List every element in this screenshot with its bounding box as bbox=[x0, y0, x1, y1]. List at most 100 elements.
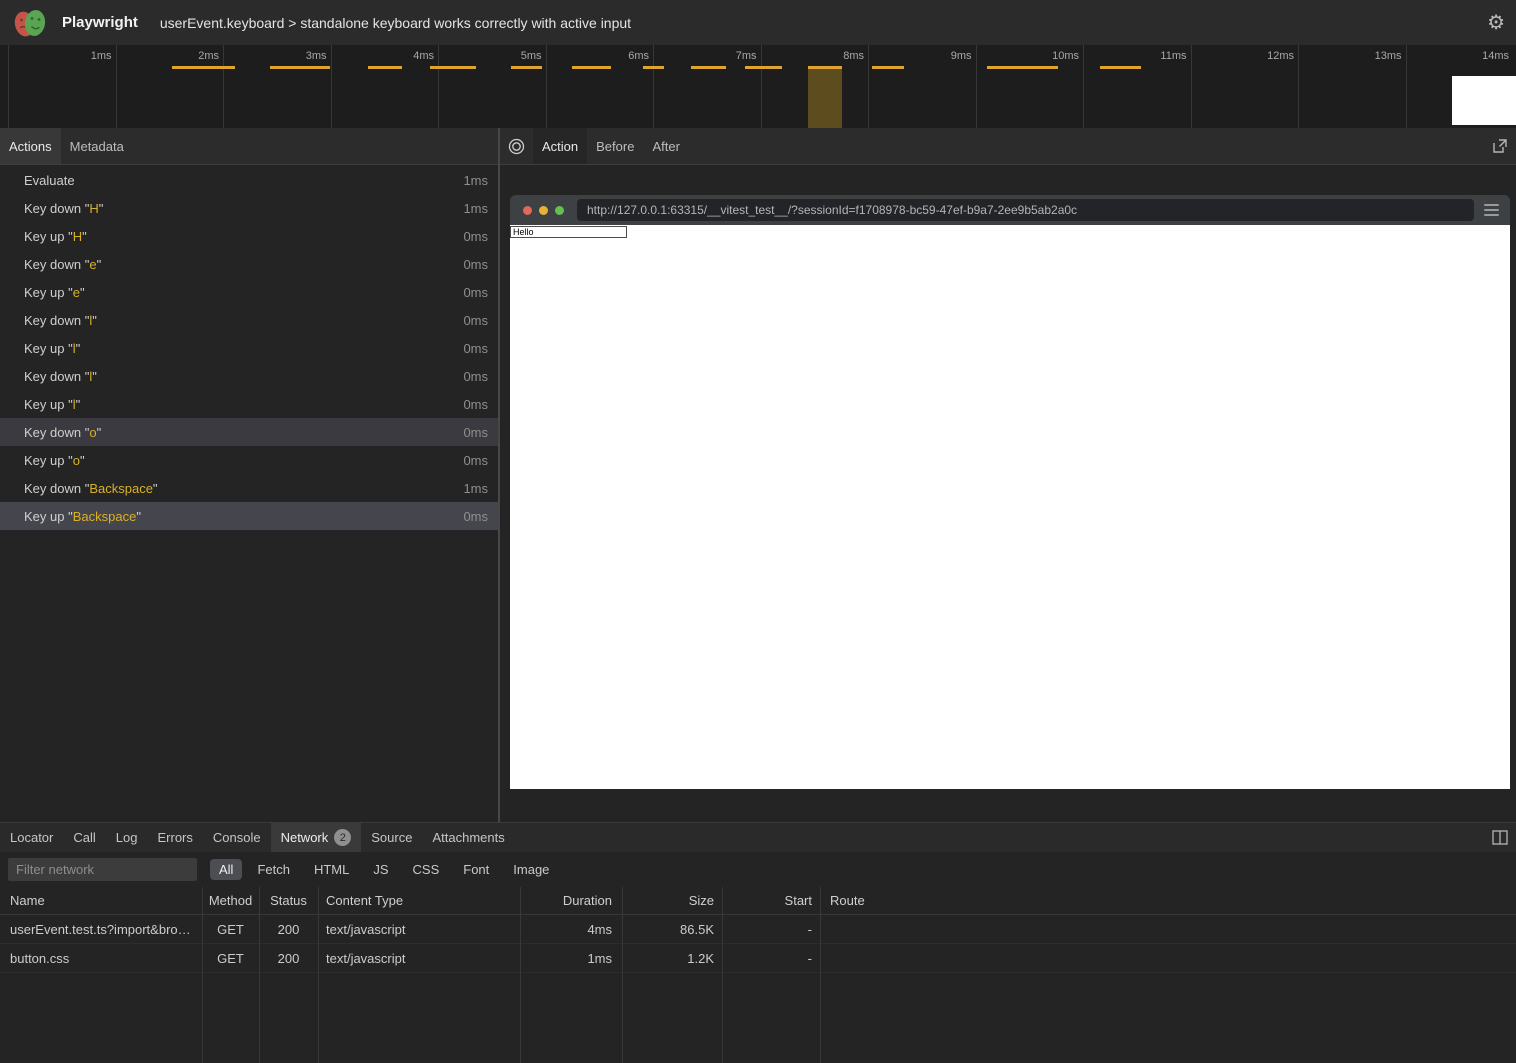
cell-method: GET bbox=[202, 951, 259, 966]
network-count-badge: 2 bbox=[334, 829, 351, 846]
action-title: Key up "l" bbox=[24, 341, 80, 356]
action-duration: 0ms bbox=[463, 453, 488, 468]
action-key-value: l bbox=[89, 369, 92, 384]
tab-before[interactable]: Before bbox=[587, 128, 643, 164]
action-key-value: Backspace bbox=[73, 509, 137, 524]
action-duration: 0ms bbox=[463, 285, 488, 300]
cell-duration: 4ms bbox=[520, 922, 622, 937]
tab-errors[interactable]: Errors bbox=[147, 823, 202, 852]
network-table-row[interactable]: button.cssGET200text/javascript1ms1.2K- bbox=[0, 944, 1516, 973]
filter-chip-css[interactable]: CSS bbox=[404, 859, 449, 880]
action-duration: 1ms bbox=[463, 201, 488, 216]
action-row[interactable]: Key down "Backspace"1ms bbox=[0, 474, 498, 502]
trace-viewer: { "header": { "app_title": "Playwright",… bbox=[0, 0, 1516, 1062]
timeline-action-mark bbox=[511, 66, 542, 69]
timeline-strip[interactable]: 1ms2ms3ms4ms5ms6ms7ms8ms9ms10ms11ms12ms1… bbox=[0, 45, 1516, 128]
cell-size: 1.2K bbox=[622, 951, 722, 966]
snapshot-viewport: http://127.0.0.1:63315/__vitest_test__/?… bbox=[510, 195, 1510, 789]
action-title: Key up "l" bbox=[24, 397, 80, 412]
action-row[interactable]: Key up "l" 0ms bbox=[0, 390, 498, 418]
timeline-gridline bbox=[1191, 45, 1192, 128]
filter-chip-html[interactable]: HTML bbox=[305, 859, 358, 880]
filter-chip-all[interactable]: All bbox=[210, 859, 242, 880]
pick-locator-target-icon[interactable] bbox=[500, 128, 533, 164]
action-duration: 0ms bbox=[463, 229, 488, 244]
tab-log[interactable]: Log bbox=[106, 823, 148, 852]
action-row[interactable]: Key up "o"0ms bbox=[0, 446, 498, 474]
column-header-duration: Duration bbox=[520, 893, 622, 908]
action-title: Key down "H" bbox=[24, 201, 103, 216]
timeline-action-mark bbox=[270, 66, 330, 69]
action-row[interactable]: Key up "e"0ms bbox=[0, 278, 498, 306]
action-row[interactable]: Key up "l" 0ms bbox=[0, 334, 498, 362]
timeline-action-mark bbox=[987, 66, 1058, 69]
action-row[interactable]: Key up "Backspace"0ms bbox=[0, 502, 498, 530]
timeline-action-mark bbox=[808, 66, 842, 69]
timeline-action-mark bbox=[430, 66, 476, 69]
tab-label: Errors bbox=[157, 830, 192, 845]
timeline-tick-label: 14ms bbox=[1482, 50, 1509, 62]
network-filter-row: All Fetch HTML JS CSSFont Image bbox=[0, 852, 1516, 887]
action-row[interactable]: Key down "l"0ms bbox=[0, 362, 498, 390]
filter-chip-fetch[interactable]: Fetch bbox=[248, 859, 299, 880]
tab-call[interactable]: Call bbox=[63, 823, 105, 852]
timeline-tick-label: 3ms bbox=[306, 50, 327, 62]
filter-chip-font[interactable]: Font bbox=[454, 859, 498, 880]
action-duration: 0ms bbox=[463, 341, 488, 356]
action-duration: 0ms bbox=[463, 257, 488, 272]
column-header-size: Size bbox=[622, 893, 722, 908]
snapshot-url-bar: http://127.0.0.1:63315/__vitest_test__/?… bbox=[577, 199, 1474, 221]
network-table-row[interactable]: userEvent.test.ts?import&bro…GET200text/… bbox=[0, 915, 1516, 944]
column-divider bbox=[318, 887, 319, 1063]
tab-label: Locator bbox=[10, 830, 53, 845]
filter-chip-js[interactable]: JS bbox=[364, 859, 397, 880]
action-row[interactable]: Key down "o"0ms bbox=[0, 418, 498, 446]
timeline-tick-label: 12ms bbox=[1267, 50, 1294, 62]
action-row[interactable]: Key down "l"0ms bbox=[0, 306, 498, 334]
timeline-filmstrip-thumbnail bbox=[1452, 76, 1516, 125]
action-key-value: H bbox=[89, 201, 98, 216]
tab-after[interactable]: After bbox=[643, 128, 688, 164]
action-title: Evaluate bbox=[24, 173, 75, 188]
snapshot-tabs: ActionBeforeAfter bbox=[533, 128, 689, 164]
timeline-gridline bbox=[868, 45, 869, 128]
tab-source[interactable]: Source bbox=[361, 823, 422, 852]
column-header-content_type: Content Type bbox=[318, 893, 520, 908]
tab-action[interactable]: Action bbox=[533, 128, 587, 164]
action-duration: 0ms bbox=[463, 397, 488, 412]
open-external-icon[interactable] bbox=[1484, 128, 1516, 164]
app-title: Playwright bbox=[62, 14, 138, 31]
timeline-gridline bbox=[546, 45, 547, 128]
tab-network[interactable]: Network2 bbox=[271, 823, 362, 852]
tab-console[interactable]: Console bbox=[203, 823, 271, 852]
column-divider bbox=[820, 887, 821, 1063]
column-header-route: Route bbox=[820, 893, 1516, 908]
tab-label: Log bbox=[116, 830, 138, 845]
action-row[interactable]: Key down "H" 1ms bbox=[0, 194, 498, 222]
column-header-status: Status bbox=[259, 893, 318, 908]
toggle-columns-layout-icon[interactable] bbox=[1484, 823, 1516, 852]
timeline-tick-label: 10ms bbox=[1052, 50, 1079, 62]
snapshot-tab-bar: ActionBeforeAfter bbox=[500, 128, 1516, 165]
action-row[interactable]: Evaluate1ms bbox=[0, 166, 498, 194]
actions-list: Evaluate1msKey down "H"1msKey up "H"0msK… bbox=[0, 166, 498, 810]
timeline-action-mark bbox=[872, 66, 904, 69]
snapshot-text-input[interactable] bbox=[510, 226, 627, 238]
tab-locator[interactable]: Locator bbox=[0, 823, 63, 852]
timeline-tick-label: 6ms bbox=[628, 50, 649, 62]
filter-chip-image[interactable]: Image bbox=[504, 859, 558, 880]
panel-resize-divider[interactable] bbox=[498, 128, 500, 822]
timeline-action-mark bbox=[572, 66, 611, 69]
timeline-tick-label: 11ms bbox=[1160, 50, 1186, 62]
network-filter-input[interactable] bbox=[8, 858, 197, 881]
tab-attachments[interactable]: Attachments bbox=[422, 823, 514, 852]
settings-gear-icon[interactable]: ⚙ bbox=[1487, 13, 1505, 33]
tab-metadata[interactable]: Metadata bbox=[61, 128, 133, 164]
playwright-logo-icon bbox=[13, 7, 47, 39]
action-key-value: l bbox=[73, 397, 76, 412]
action-row[interactable]: Key down "e"0ms bbox=[0, 250, 498, 278]
action-key-value: Backspace bbox=[89, 481, 153, 496]
action-title: Key up "H" bbox=[24, 229, 87, 244]
action-row[interactable]: Key up "H" 0ms bbox=[0, 222, 498, 250]
tab-actions[interactable]: Actions bbox=[0, 128, 61, 164]
